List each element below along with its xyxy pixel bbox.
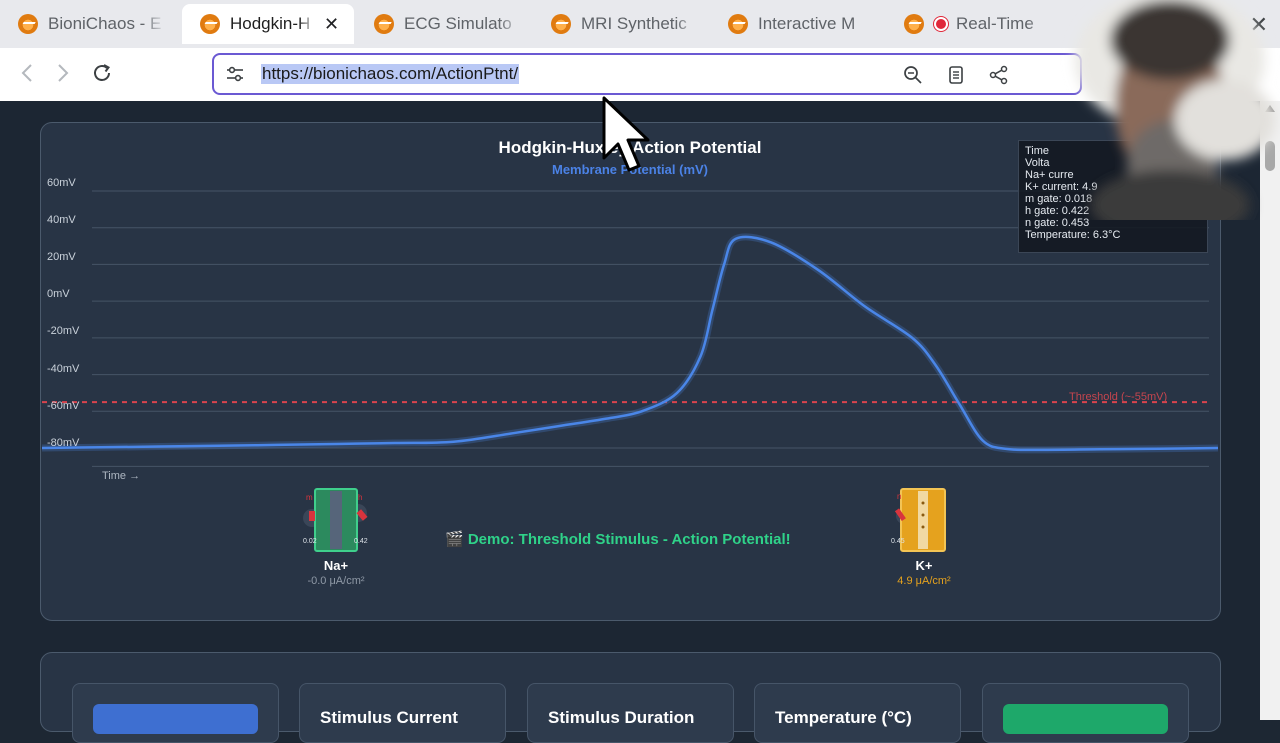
na-channel: m h 0.02 0.42 Na+ -0.0 μA/cm² <box>296 485 376 587</box>
m-gate-label: m <box>306 493 313 502</box>
k-channel-name: K+ <box>915 558 933 573</box>
membrane-potential-line-glow <box>41 233 1219 454</box>
y-tick-label: -40mV <box>47 363 80 375</box>
control-panel-button[interactable] <box>72 683 279 743</box>
readout-line: Temperature: 6.3°C <box>1025 229 1121 241</box>
stimulus-duration-control[interactable]: Stimulus Duration <box>527 683 734 743</box>
h-gate-value: 0.42 <box>354 538 368 545</box>
y-tick-label: 0mV <box>47 288 70 300</box>
na-current: -0.0 μA/cm² <box>307 575 365 587</box>
temperature-control[interactable]: Temperature (°C) <box>754 683 961 743</box>
temperature-label: Temperature (°C) <box>775 708 912 727</box>
control-panel-button[interactable] <box>982 683 1189 743</box>
mouse-cursor-icon <box>602 96 650 172</box>
y-tick-label: -20mV <box>47 325 80 337</box>
h-gate-label: h <box>358 493 363 502</box>
stimulus-current-label: Stimulus Current <box>320 708 458 727</box>
demo-status: 🎬 Demo: Threshold Stimulus - Action Pote… <box>445 531 791 548</box>
secondary-action-button[interactable] <box>1003 704 1168 734</box>
n-gate-label: n <box>897 492 902 501</box>
webcam-overlay <box>1030 0 1280 220</box>
n-gate-value: 0.45 <box>891 538 905 545</box>
stimulus-duration-label: Stimulus Duration <box>548 708 695 727</box>
y-tick-label: -80mV <box>47 437 80 449</box>
stimulus-current-control[interactable]: Stimulus Current <box>299 683 506 743</box>
na-channel-name: Na+ <box>323 558 349 573</box>
y-tick-label: 20mV <box>47 251 76 263</box>
y-tick-label: 40mV <box>47 214 76 226</box>
m-gate-value: 0.02 <box>303 538 317 545</box>
k-channel: n 0.45 K+ 4.9 μA/cm² <box>884 485 964 587</box>
k-current: 4.9 μA/cm² <box>897 575 951 587</box>
y-tick-label: -60mV <box>47 400 80 412</box>
threshold-label: Threshold (~-55mV) <box>1069 391 1168 403</box>
primary-action-button[interactable] <box>93 704 258 734</box>
x-axis-label: Time → <box>102 470 141 482</box>
y-tick-label: 60mV <box>47 177 76 189</box>
